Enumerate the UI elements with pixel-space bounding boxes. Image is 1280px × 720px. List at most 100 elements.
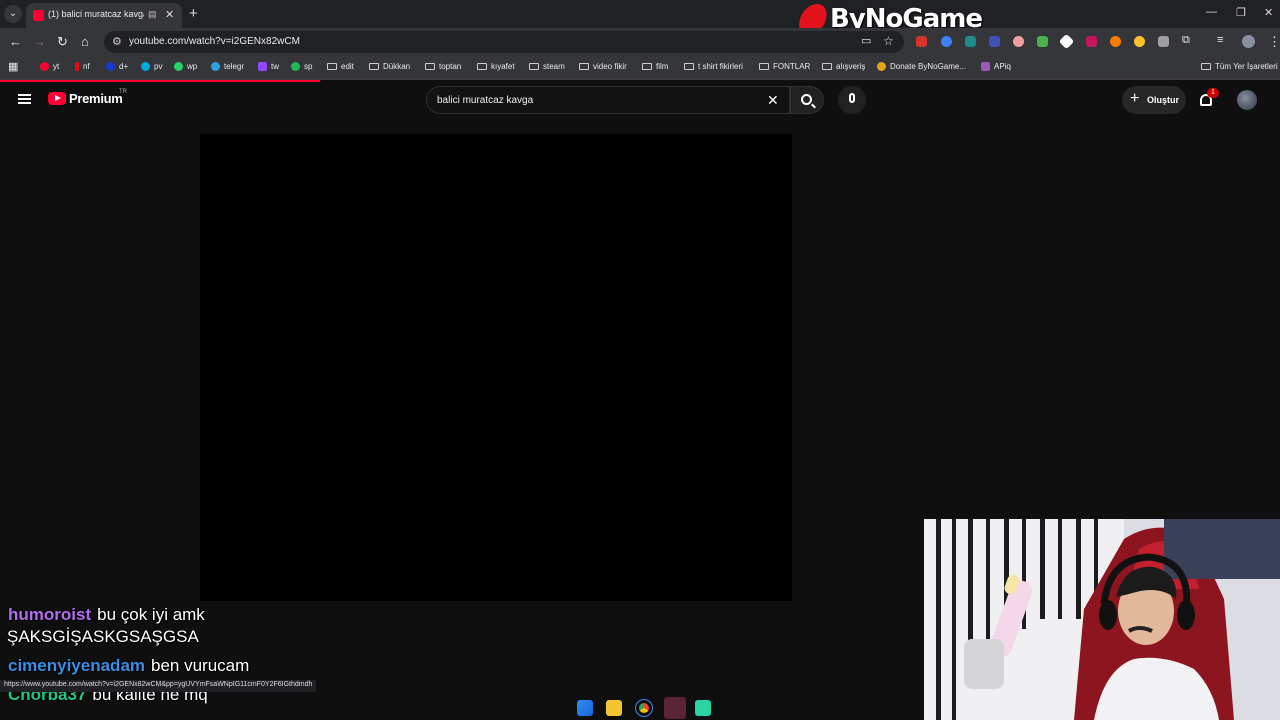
windows-start-icon[interactable] — [577, 700, 593, 716]
reload-button[interactable]: ↻ — [57, 34, 68, 50]
clear-search-icon[interactable]: ✕ — [767, 92, 779, 109]
bookmark-label: yt — [53, 62, 60, 71]
apps-grid-icon[interactable]: ▦ — [8, 60, 18, 73]
bookmark-folder-fontlar[interactable]: FONTLAR — [759, 62, 810, 71]
bookmark-folder-edit[interactable]: edit — [327, 62, 354, 71]
bookmarks-bar: ▦ yt nf d+ pv wp telegr tw sp edit Dükka… — [0, 56, 1280, 80]
chat-username: humoroist — [8, 605, 92, 624]
back-button[interactable]: ← — [9, 34, 22, 49]
folder-icon — [1201, 63, 1211, 70]
chat-text: ŞAKSGİŞASKGSAŞGSA — [7, 627, 199, 646]
extension-pink-icon[interactable] — [1013, 36, 1024, 47]
youtube-logo-icon[interactable] — [48, 92, 66, 105]
folder-icon — [369, 63, 379, 70]
restore-button[interactable]: ❐ — [1236, 6, 1246, 19]
create-label: Oluştur — [1147, 95, 1180, 105]
bookmark-nf[interactable]: nf — [75, 62, 90, 71]
bookmark-folder-kiyafet[interactable]: kıyafet — [477, 62, 515, 71]
browser-tab-active[interactable]: (1) balici muratcaz kavga - YouTube ▤ ✕ — [26, 3, 182, 28]
folder-icon — [327, 63, 337, 70]
extension-orange-icon[interactable] — [1110, 36, 1121, 47]
address-bar[interactable]: ⚙ youtube.com/watch?v=i2GENx82wCM — [104, 31, 904, 53]
chrome-icon[interactable] — [635, 699, 653, 717]
new-tab-button[interactable]: + — [189, 5, 198, 22]
create-button[interactable]: + Oluştur — [1122, 86, 1186, 114]
active-app-icon[interactable] — [664, 697, 686, 719]
chat-username: cimenyiyenadam — [8, 656, 146, 675]
extension-magenta-icon[interactable] — [1086, 36, 1097, 47]
bookmark-label: video fikir — [593, 62, 627, 71]
tab-search-button[interactable]: ⌄ — [4, 5, 22, 23]
chat-message: cimenyiyenadam ben vurucam — [8, 656, 249, 676]
folder-icon — [529, 63, 539, 70]
app-green-icon[interactable] — [695, 700, 711, 716]
video-player[interactable] — [200, 134, 792, 601]
bookmark-apiq[interactable]: APiq — [981, 62, 1011, 71]
bookmark-folder-film[interactable]: film — [642, 62, 668, 71]
tab-media-icon[interactable]: ▤ — [148, 9, 157, 20]
window-close-button[interactable]: ✕ — [1264, 6, 1273, 19]
extension-blue-icon[interactable] — [941, 36, 952, 47]
search-button[interactable] — [790, 86, 824, 114]
bookmark-label: film — [656, 62, 669, 71]
bookmark-star-icon[interactable]: ☆ — [883, 34, 894, 48]
chat-message: ŞAKSGİŞASKGSAŞGSA — [7, 627, 199, 647]
home-button[interactable]: ⌂ — [81, 34, 89, 49]
extension-yellow-icon[interactable] — [1134, 36, 1145, 47]
browser-menu-icon[interactable]: ⋮ — [1268, 34, 1280, 50]
profile-avatar-icon[interactable] — [1242, 35, 1255, 48]
plus-icon: + — [1130, 90, 1140, 107]
chat-message: humoroist bu çok iyi amk — [8, 605, 205, 625]
extensions-puzzle-icon[interactable]: ⧉ — [1182, 34, 1190, 47]
bookmark-label: telegr — [224, 62, 245, 71]
bookmark-label: t shirt fikirleri — [698, 62, 743, 71]
bookmark-label: APiq — [994, 62, 1011, 71]
bookmark-yt[interactable]: yt — [40, 62, 59, 71]
folder-icon — [759, 63, 769, 70]
guide-menu-icon[interactable] — [18, 94, 31, 104]
install-app-icon[interactable]: ▭ — [861, 34, 871, 47]
browser-toolbar: ← → ↻ ⌂ ⚙ youtube.com/watch?v=i2GENx82wC… — [0, 28, 1280, 56]
file-explorer-icon[interactable] — [606, 700, 622, 716]
extension-grey-icon[interactable] — [1158, 36, 1169, 47]
bookmark-telegr[interactable]: telegr — [211, 62, 244, 71]
spotify-icon — [291, 62, 300, 71]
youtube-premium-logo-text[interactable]: Premium — [69, 91, 123, 106]
bookmark-sp[interactable]: sp — [291, 62, 312, 71]
address-url: youtube.com/watch?v=i2GENx82wCM — [129, 36, 300, 47]
prime-video-icon — [141, 62, 150, 71]
bookmark-donate-bynogame[interactable]: Donate ByNoGame... — [877, 62, 966, 71]
extension-teal-icon[interactable] — [965, 36, 976, 47]
all-bookmarks-folder[interactable]: Tüm Yer İşaretleri — [1201, 62, 1278, 71]
apiq-icon — [981, 62, 990, 71]
bookmark-label: Dükkan — [383, 62, 411, 71]
extension-green-icon[interactable] — [1037, 36, 1048, 47]
bookmark-folder-dukkan[interactable]: Dükkan — [369, 62, 410, 71]
forward-button[interactable]: → — [33, 34, 46, 49]
whatsapp-icon — [174, 62, 183, 71]
bookmark-folder-alisveris[interactable]: alışveriş — [822, 62, 865, 71]
bookmark-dplus[interactable]: d+ — [106, 62, 128, 71]
account-avatar[interactable] — [1237, 90, 1257, 110]
minimize-button[interactable]: — — [1206, 6, 1217, 18]
extension-indigo-icon[interactable] — [989, 36, 1000, 47]
taskbar — [560, 696, 720, 720]
bookmark-folder-video-fikir[interactable]: video fikir — [579, 62, 627, 71]
bookmark-tw[interactable]: tw — [258, 62, 279, 71]
extension-diamond-icon[interactable] — [1058, 33, 1075, 50]
bookmark-wp[interactable]: wp — [174, 62, 197, 71]
site-info-icon[interactable]: ⚙ — [112, 35, 122, 48]
tab-close-icon[interactable]: ✕ — [165, 8, 174, 21]
microphone-icon — [849, 93, 855, 103]
extension-adblock-icon[interactable] — [916, 36, 927, 47]
link-status-url: https://www.youtube.com/watch?v=i2GENx82… — [0, 680, 317, 692]
chat-text: ben vurucam — [151, 656, 250, 675]
bookmark-folder-toptan[interactable]: toptan — [425, 62, 461, 71]
reading-list-icon[interactable]: ≡ — [1217, 34, 1223, 46]
bookmark-folder-tshirt[interactable]: t shirt fikirleri — [684, 62, 743, 71]
search-input[interactable]: balici muratcaz kavga ✕ — [426, 86, 790, 114]
bookmark-pv[interactable]: pv — [141, 62, 162, 71]
bookmark-label: pv — [154, 62, 163, 71]
bookmark-folder-steam[interactable]: steam — [529, 62, 565, 71]
voice-search-button[interactable] — [838, 86, 866, 114]
